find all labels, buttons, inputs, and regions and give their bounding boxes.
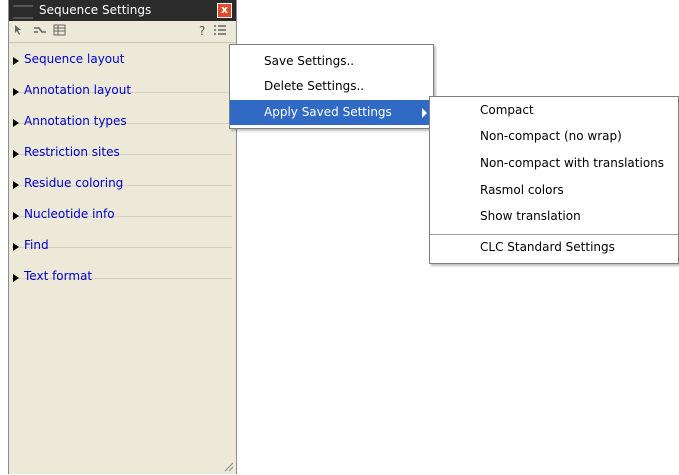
panel-toolbar: ? bbox=[9, 22, 236, 43]
section-label[interactable]: Text format bbox=[24, 269, 92, 283]
section-label[interactable]: Restriction sites bbox=[24, 145, 120, 159]
wrap-tool-icon[interactable] bbox=[33, 24, 47, 39]
resize-grip-icon[interactable] bbox=[222, 460, 234, 472]
sequence-settings-panel: Sequence Settings x ? Sequence layout An… bbox=[8, 0, 237, 474]
menu-item-delete-settings[interactable]: Delete Settings.. bbox=[230, 74, 433, 99]
panel-titlebar[interactable]: Sequence Settings x bbox=[9, 0, 236, 21]
submenu-item-rasmol-colors[interactable]: Rasmol colors bbox=[430, 178, 678, 203]
menu-list-icon[interactable] bbox=[213, 24, 227, 39]
triangle-right-icon bbox=[13, 181, 19, 189]
triangle-right-icon bbox=[13, 243, 19, 251]
triangle-right-icon bbox=[13, 88, 19, 96]
triangle-right-icon bbox=[13, 274, 19, 282]
settings-sections: Sequence layout Annotation layout Annota… bbox=[9, 52, 236, 310]
menu-item-label: Delete Settings.. bbox=[264, 79, 365, 93]
submenu-arrow-icon bbox=[422, 108, 427, 118]
submenu-item-non-compact-translations[interactable]: Non-compact with translations bbox=[430, 151, 678, 176]
submenu-item-label: Non-compact (no wrap) bbox=[480, 129, 622, 143]
submenu-item-label: Compact bbox=[480, 103, 534, 117]
section-label[interactable]: Find bbox=[24, 238, 49, 252]
apply-settings-submenu: Compact Non-compact (no wrap) Non-compac… bbox=[429, 96, 679, 264]
menu-item-label: Apply Saved Settings bbox=[264, 105, 392, 119]
menu-item-save-settings[interactable]: Save Settings.. bbox=[230, 49, 433, 74]
settings-menu: Save Settings.. Delete Settings.. Apply … bbox=[229, 44, 434, 129]
help-icon[interactable]: ? bbox=[199, 24, 205, 38]
submenu-item-label: Rasmol colors bbox=[480, 183, 564, 197]
submenu-item-clc-standard-settings[interactable]: CLC Standard Settings bbox=[430, 235, 678, 260]
section-label[interactable]: Annotation layout bbox=[24, 83, 131, 97]
section-label[interactable]: Residue coloring bbox=[24, 176, 123, 190]
drag-grip-icon[interactable] bbox=[13, 5, 33, 19]
menu-item-label: Save Settings.. bbox=[264, 54, 355, 68]
submenu-item-label: CLC Standard Settings bbox=[480, 240, 615, 254]
submenu-item-show-translation[interactable]: Show translation bbox=[430, 204, 678, 229]
section-label[interactable]: Sequence layout bbox=[24, 52, 124, 66]
section-text-format[interactable]: Text format bbox=[12, 269, 232, 310]
section-label[interactable]: Annotation types bbox=[24, 114, 127, 128]
triangle-right-icon bbox=[13, 150, 19, 158]
submenu-item-label: Non-compact with translations bbox=[480, 156, 665, 170]
submenu-item-compact[interactable]: Compact bbox=[430, 98, 678, 123]
submenu-item-non-compact-no-wrap[interactable]: Non-compact (no wrap) bbox=[430, 124, 678, 149]
submenu-item-label: Show translation bbox=[480, 209, 581, 223]
triangle-right-icon bbox=[13, 119, 19, 127]
triangle-right-icon bbox=[13, 212, 19, 220]
triangle-right-icon bbox=[13, 57, 19, 65]
menu-item-apply-saved-settings[interactable]: Apply Saved Settings bbox=[230, 100, 433, 125]
cursor-tool-icon[interactable] bbox=[14, 24, 26, 39]
panel-title: Sequence Settings bbox=[39, 3, 152, 17]
table-tool-icon[interactable] bbox=[53, 24, 66, 39]
section-label[interactable]: Nucleotide info bbox=[24, 207, 115, 221]
close-button[interactable]: x bbox=[217, 3, 232, 18]
